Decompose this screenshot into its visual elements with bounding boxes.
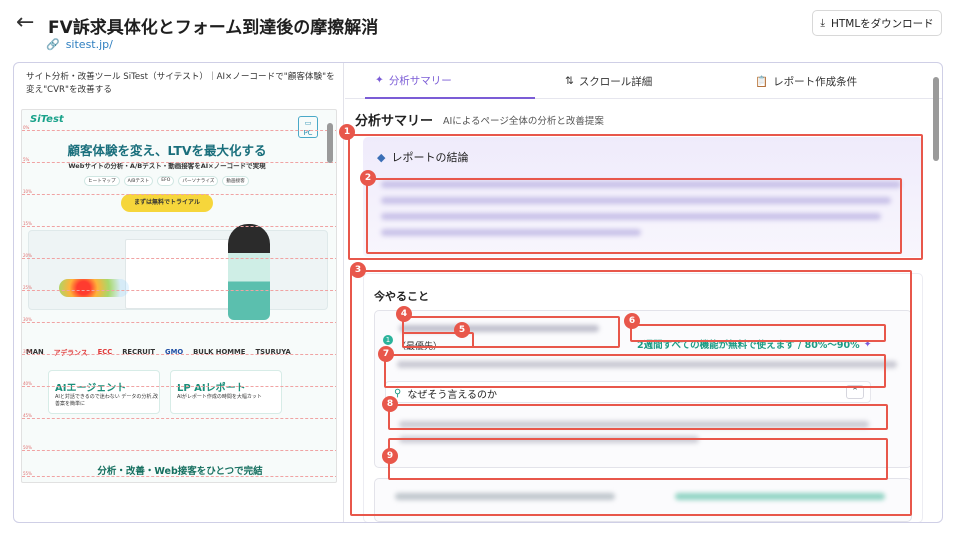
scroll-guide: 20% xyxy=(22,253,336,259)
annotation-box xyxy=(630,324,886,342)
annotation-number: 8 xyxy=(382,396,398,412)
chip: パーソナライズ xyxy=(178,176,219,186)
feature-sub: AIと対話できるので迷わない データの分析,改善案を簡単に xyxy=(55,394,158,407)
section-subtitle: AIによるページ全体の分析と改善提案 xyxy=(443,116,604,127)
chip: 動画接客 xyxy=(222,176,249,186)
annotation-number: 5 xyxy=(454,322,470,338)
download-html-button[interactable]: ⤓ HTMLをダウンロード xyxy=(812,10,942,36)
scroll-guide: 10% xyxy=(22,189,336,195)
download-label: HTMLをダウンロード xyxy=(830,17,934,30)
guide-label: 50% xyxy=(23,445,32,450)
annotation-box xyxy=(366,178,902,254)
clipboard-icon: 📋 xyxy=(755,75,769,88)
feature-chips: ヒートマップ A/Bテスト EFO パーソナライズ 動画接客 xyxy=(84,176,249,186)
download-icon: ⤓ xyxy=(820,16,825,29)
bottom-copy: 分析・改善・Web接客をひとつで完結 xyxy=(97,466,263,477)
guide-label: 35% xyxy=(23,349,32,354)
client-logos: MAN アデランス ECC RECRUIT GMO BULK HOMME TSU… xyxy=(22,342,336,362)
preview-scrollbar[interactable] xyxy=(327,123,333,163)
annotation-number: 2 xyxy=(360,170,376,186)
mascot-illustration xyxy=(228,224,270,320)
annotation-number: 6 xyxy=(624,313,640,329)
annotation-number: 7 xyxy=(378,346,394,362)
scroll-guide: 25% xyxy=(22,285,336,291)
scroll-guide: 0% xyxy=(22,125,336,131)
sitest-logo: SiTest xyxy=(30,114,64,125)
hero-title: 顧客体験を変え、LTVを最大化する xyxy=(67,143,267,158)
scroll-guide: 50% xyxy=(22,445,336,451)
heatmap-graphic xyxy=(59,279,129,297)
scroll-icon: ⇅ xyxy=(565,75,574,87)
tab-bar: ✦ 分析サマリー ⇅ スクロール詳細 📋 レポート作成条件 xyxy=(345,63,942,99)
guide-label: 0% xyxy=(23,125,30,130)
guide-label: 30% xyxy=(23,317,32,322)
annotation-number: 4 xyxy=(396,306,412,322)
page-preview-panel: サイト分析・改善ツール SiTest（サイテスト）｜AI×ノーコードで"顧客体験… xyxy=(14,63,344,522)
dashboard-screen xyxy=(125,239,245,309)
app-window: ← FV訴求具体化とフォーム到達後の摩擦解消 🔗 sitest.jp/ ⤓ HT… xyxy=(0,0,960,542)
device-badge[interactable]: ▭ PC xyxy=(298,116,318,138)
guide-label: 20% xyxy=(23,253,32,258)
sparkle-icon: ✦ xyxy=(375,74,384,86)
feature-card-lp-report: LP AIレポート AIがレポート作成の時間を大幅カット xyxy=(170,370,282,414)
dashboard-illustration xyxy=(28,230,328,310)
tab-label: スクロール詳細 xyxy=(578,75,653,88)
chip: ヒートマップ xyxy=(84,176,120,186)
tab-report-conditions[interactable]: 📋 レポート作成条件 xyxy=(755,63,857,99)
scroll-guide: 30% xyxy=(22,317,336,323)
tab-summary[interactable]: ✦ 分析サマリー xyxy=(365,63,535,99)
tab-scroll-detail[interactable]: ⇅ スクロール詳細 xyxy=(565,63,652,99)
scroll-guide: 15% xyxy=(22,221,336,227)
chip: EFO xyxy=(157,176,175,186)
annotation-number: 9 xyxy=(382,448,398,464)
guide-label: 5% xyxy=(23,157,30,162)
guide-label: 10% xyxy=(23,189,32,194)
back-arrow-icon[interactable]: ← xyxy=(16,12,34,34)
scroll-guide: 40% xyxy=(22,381,336,387)
annotation-box xyxy=(384,354,886,388)
guide-label: 40% xyxy=(23,381,32,386)
tab-label: レポート作成条件 xyxy=(773,75,858,88)
scroll-guide: 5% xyxy=(22,157,336,163)
guide-label: 25% xyxy=(23,285,32,290)
trial-cta-button: まずは無料でトライアル xyxy=(121,194,213,212)
guide-label: 15% xyxy=(23,221,32,226)
annotation-number: 1 xyxy=(339,124,355,140)
scroll-guide: 45% xyxy=(22,413,336,419)
annotation-box xyxy=(388,438,888,480)
page-screenshot[interactable]: SiTest ▭ PC 顧客体験を変え、LTVを最大化する Webサイトの分析・… xyxy=(21,109,337,483)
analysis-scrollbar[interactable] xyxy=(933,77,939,161)
site-link[interactable]: 🔗 sitest.jp/ xyxy=(46,38,113,51)
link-icon: 🔗 xyxy=(46,38,60,51)
section-title: 分析サマリー xyxy=(355,114,434,129)
guide-label: 45% xyxy=(23,413,32,418)
monitor-icon: ▭ xyxy=(304,119,312,127)
annotation-number: 3 xyxy=(350,262,366,278)
chip: A/Bテスト xyxy=(123,176,154,186)
page-title: FV訴求具体化とフォーム到達後の摩擦解消 xyxy=(48,18,379,38)
site-link-text: sitest.jp/ xyxy=(65,38,113,51)
feature-card-ai-agent: AIエージェント AIと対話できるので迷わない データの分析,改善案を簡単に xyxy=(48,370,160,414)
tab-label: 分析サマリー xyxy=(388,74,452,87)
client-logo: アデランス xyxy=(53,349,88,357)
scroll-guide: 35% xyxy=(22,349,336,355)
feature-sub: AIがレポート作成の時間を大幅カット xyxy=(177,394,262,400)
preview-page-title: サイト分析・改善ツール SiTest（サイテスト）｜AI×ノーコードで"顧客体験… xyxy=(26,72,335,95)
annotation-box xyxy=(388,404,888,430)
